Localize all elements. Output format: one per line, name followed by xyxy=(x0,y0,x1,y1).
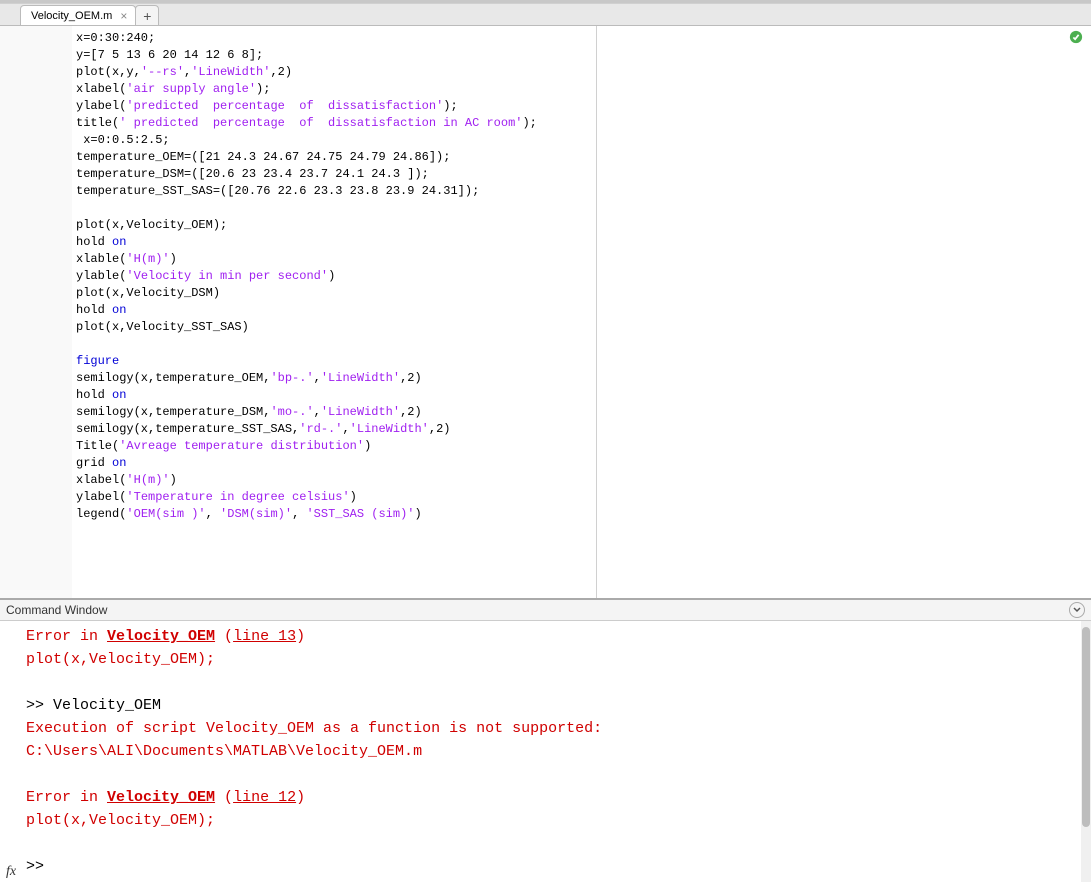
command-window-gutter: fx xyxy=(0,621,22,882)
add-tab-button[interactable]: + xyxy=(135,5,159,25)
close-icon[interactable]: × xyxy=(118,9,129,23)
tab-label: Velocity_OEM.m xyxy=(31,10,112,22)
error-line-link[interactable]: line 12 xyxy=(233,789,296,806)
chevron-down-icon xyxy=(1073,606,1081,614)
command-window-content[interactable]: Error in Velocity_OEM (line 13) plot(x,V… xyxy=(22,621,1081,882)
error-plot-line: plot(x,Velocity_OEM); xyxy=(26,651,215,668)
prompt-history: >> Velocity_OEM xyxy=(26,697,161,714)
error-path: C:\Users\ALI\Documents\MATLAB\Velocity_O… xyxy=(26,743,422,760)
error-exec-msg: Execution of script Velocity_OEM as a fu… xyxy=(26,720,602,737)
fx-icon[interactable]: fx xyxy=(6,864,16,880)
panel-menu-button[interactable] xyxy=(1069,602,1085,618)
error-script-link[interactable]: Velocity_OEM xyxy=(107,789,215,806)
tab-velocity-oem[interactable]: Velocity_OEM.m × xyxy=(20,5,136,25)
command-window-header: Command Window xyxy=(0,599,1091,621)
editor-area: x=0:30:240; y=[7 5 13 6 20 14 12 6 8]; p… xyxy=(0,26,1091,599)
command-window-title: Command Window xyxy=(6,603,107,617)
command-window: fx Error in Velocity_OEM (line 13) plot(… xyxy=(0,621,1091,882)
editor-right-pane xyxy=(597,26,1091,598)
error-line-link[interactable]: line 13 xyxy=(233,628,296,645)
scrollbar-thumb[interactable] xyxy=(1082,627,1090,827)
editor-gutter xyxy=(0,26,72,598)
status-ok-icon xyxy=(1069,30,1083,44)
command-window-scrollbar[interactable] xyxy=(1081,621,1091,882)
error-text: Error in xyxy=(26,628,107,645)
error-script-link[interactable]: Velocity_OEM xyxy=(107,628,215,645)
code-pane[interactable]: x=0:30:240; y=[7 5 13 6 20 14 12 6 8]; p… xyxy=(72,26,597,598)
prompt[interactable]: >> xyxy=(26,858,53,875)
editor-tab-bar: Velocity_OEM.m × + xyxy=(0,4,1091,26)
